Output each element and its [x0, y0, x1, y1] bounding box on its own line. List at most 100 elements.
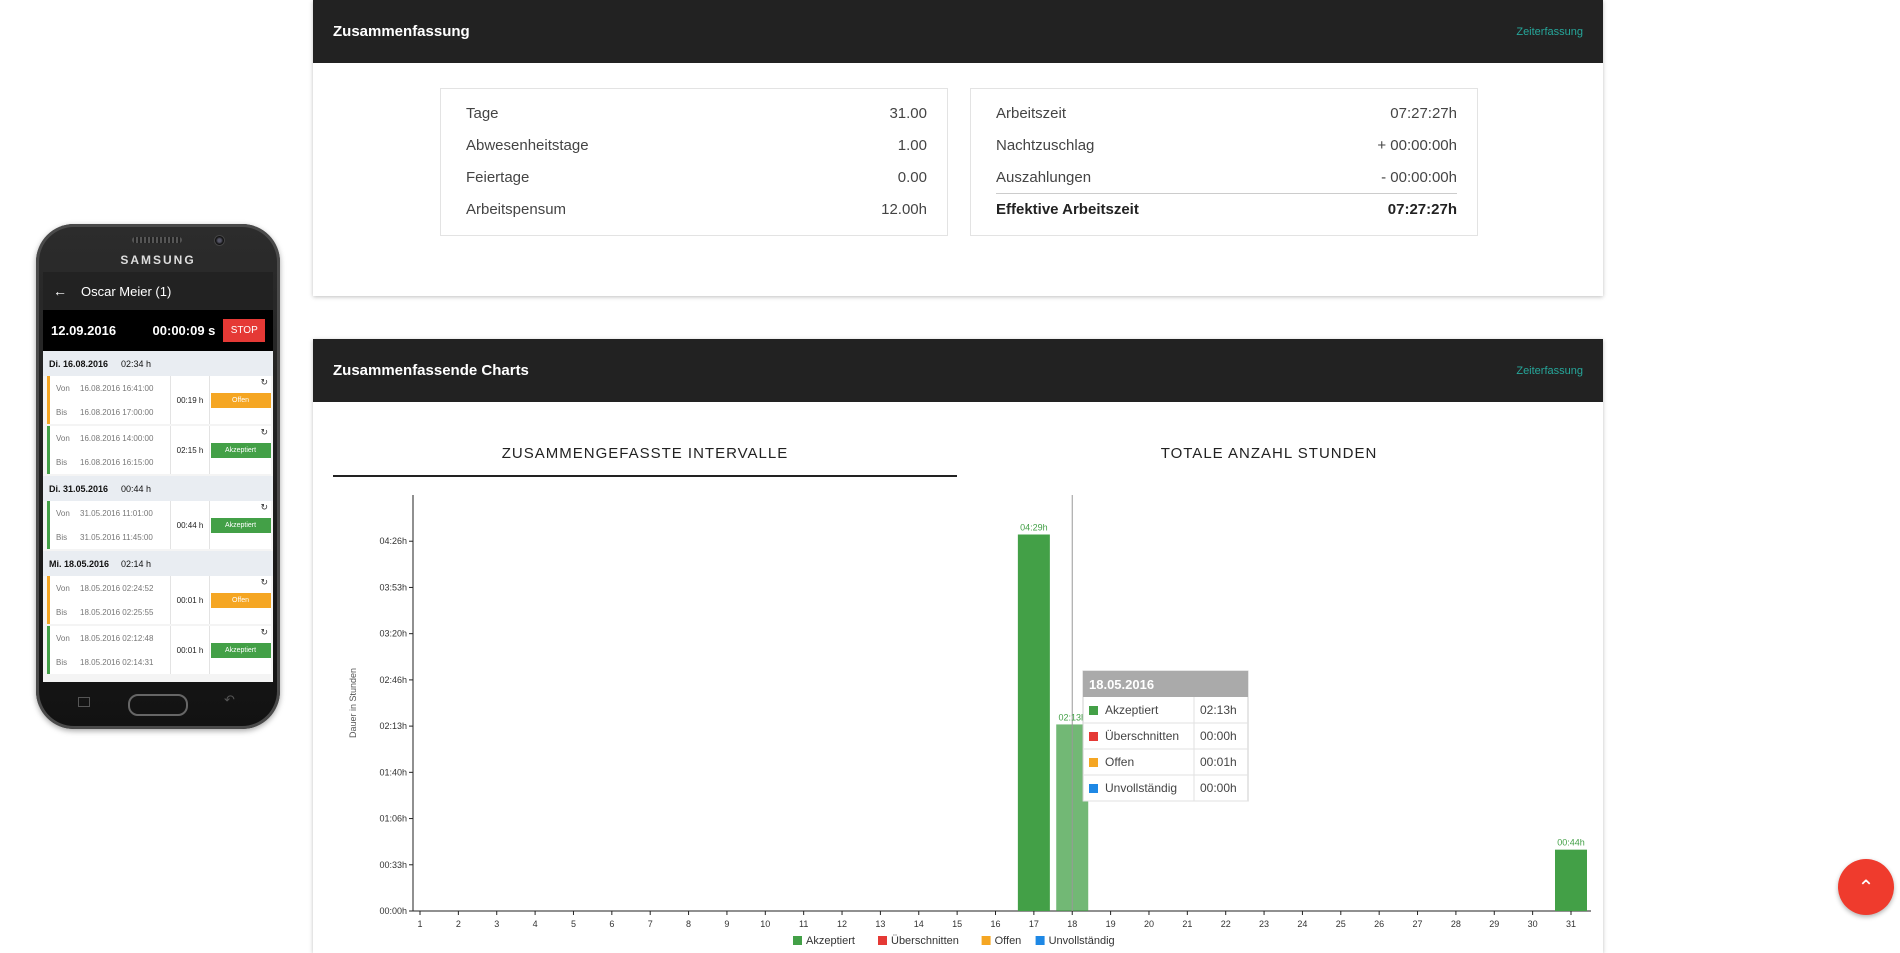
timer-bar: 12.09.2016 00:00:09 s STOP	[43, 310, 273, 351]
summary-row: Arbeitspensum 12.00h	[466, 193, 927, 225]
time-entry[interactable]: Von 18.05.2016 02:24:52 Bis 18.05.2016 02:…	[47, 576, 271, 624]
entry-status: ↻ Akzeptiert	[210, 626, 271, 674]
sync-icon[interactable]: ↻	[260, 627, 268, 638]
time-entry[interactable]: Von 18.05.2016 02:12:48 Bis 18.05.2016 02:…	[47, 626, 271, 674]
bar	[1017, 534, 1050, 911]
summary-total-row: Effektive Arbeitszeit 07:27:27h	[996, 193, 1457, 225]
entry-times: Von 18.05.2016 02:12:48 Bis 18.05.2016 02:…	[50, 626, 170, 674]
legend-swatch	[1035, 936, 1045, 945]
total-label: Effektive Arbeitszeit	[996, 201, 1139, 218]
x-tick-label: 13	[875, 919, 885, 929]
charts-zeiterfassung-link[interactable]: Zeiterfassung	[1516, 365, 1583, 377]
entry-status: ↻ Akzeptiert	[210, 501, 271, 549]
tooltip-value: 02:13h	[1200, 703, 1237, 717]
bis-value: 16.08.2016 17:00:00	[80, 407, 154, 417]
bis-label: Bis	[56, 457, 68, 467]
von-value: 18.05.2016 02:12:48	[80, 633, 154, 643]
timer-date: 12.09.2016	[51, 323, 117, 338]
summary-left-table: Tage 31.00 Abwesenheitstage 1.00 Feiertage 0.…	[440, 88, 948, 236]
camera-icon	[214, 235, 225, 246]
x-tick-label: 15	[952, 919, 962, 929]
tooltip-swatch	[1089, 784, 1098, 793]
x-tick-label: 18	[1067, 919, 1077, 929]
y-tick-label: 02:46h	[379, 675, 407, 685]
x-tick-label: 30	[1528, 919, 1538, 929]
time-entry[interactable]: Von 16.08.2016 14:00:00 Bis 16.08.2016 16:…	[47, 426, 271, 474]
y-tick-label: 02:13h	[379, 721, 407, 731]
tooltip-value: 00:01h	[1200, 755, 1237, 769]
tooltip-value: 00:00h	[1200, 781, 1237, 795]
x-tick-label: 17	[1029, 919, 1039, 929]
legend-swatch	[981, 936, 991, 945]
x-tick-label: 3	[494, 919, 499, 929]
back-key-icon[interactable]: ↶	[224, 692, 235, 708]
x-tick-label: 14	[914, 919, 924, 929]
data-label: 00:44h	[1557, 838, 1585, 848]
back-arrow-icon[interactable]: ←	[53, 283, 67, 299]
status-badge: Offen	[210, 592, 271, 608]
status-badge: Akzeptiert	[210, 642, 271, 658]
summary-label: Auszahlungen	[996, 168, 1092, 186]
summary-header: Zusammenfassung Zeiterfassung	[313, 0, 1603, 63]
recent-apps-icon[interactable]	[78, 697, 90, 707]
day-header: Mi. 18.05.2016 02:14 h	[43, 551, 273, 576]
data-label: 02:13h	[1058, 712, 1086, 722]
sync-icon[interactable]: ↻	[260, 502, 268, 513]
summary-value: 07:27:27h	[1390, 104, 1457, 122]
scroll-top-button[interactable]: ⌃	[1838, 859, 1894, 915]
summary-row: Nachtzuschlag + 00:00:00h	[996, 129, 1457, 161]
intervals-bar-chart: 00:00h 00:33h 01:06h 01:40h 02:13h 02:46h 03:2…	[348, 495, 1591, 947]
x-tick-label: 26	[1374, 919, 1384, 929]
charts-title: Zusammenfassende Charts	[333, 362, 529, 379]
legend-label: Unvollständig	[1049, 935, 1115, 947]
timer-time: 00:00:09 s	[152, 323, 216, 338]
entry-status: ↻ Offen	[210, 376, 271, 424]
summary-row: Tage 31.00	[466, 97, 927, 129]
day-header: Di. 16.08.2016 02:34 h	[43, 351, 273, 376]
summary-title: Zusammenfassung	[333, 23, 470, 40]
tooltip-title: 18.05.2016	[1089, 677, 1154, 692]
tooltip-swatch	[1089, 732, 1098, 741]
summary-value: 1.00	[897, 136, 927, 154]
summary-zeiterfassung-link[interactable]: Zeiterfassung	[1516, 26, 1583, 38]
x-tick-label: 23	[1259, 919, 1269, 929]
bis-value: 31.05.2016 11:45:00	[80, 532, 153, 542]
day-total: 02:34 h	[121, 358, 152, 369]
entry-duration: 00:01 h	[170, 626, 210, 674]
x-tick-label: 16	[990, 919, 1000, 929]
x-tick-label: 27	[1413, 919, 1423, 929]
x-tick-label: 12	[837, 919, 847, 929]
day-label: Di. 16.08.2016	[49, 358, 109, 369]
tooltip-swatch	[1089, 706, 1098, 715]
entry-times: Von 31.05.2016 11:01:00 Bis 31.05.2016 11:…	[50, 501, 170, 549]
tab-totale-anzahl-stunden[interactable]: TOTALE ANZAHL STUNDEN	[957, 431, 1581, 477]
tooltip-label: Akzeptiert	[1105, 703, 1159, 717]
summary-row: Auszahlungen - 00:00:00h	[996, 161, 1457, 193]
home-button[interactable]	[128, 694, 188, 716]
summary-value: 31.00	[889, 104, 927, 122]
y-tick-label: 00:33h	[379, 860, 407, 870]
x-tick-label: 22	[1221, 919, 1231, 929]
time-entry[interactable]: Von 16.08.2016 16:41:00 Bis 16.08.2016 17:…	[47, 376, 271, 424]
von-value: 31.05.2016 11:01:00	[80, 508, 153, 518]
sync-icon[interactable]: ↻	[260, 427, 268, 438]
y-tick-label: 00:00h	[379, 906, 407, 916]
data-label: 04:29h	[1020, 522, 1048, 532]
von-value: 18.05.2016 02:24:52	[80, 583, 154, 593]
sync-icon[interactable]: ↻	[260, 577, 268, 588]
legend-swatch	[878, 936, 887, 945]
tooltip-label: Offen	[1105, 755, 1134, 769]
y-tick-label: 04:26h	[379, 536, 407, 546]
stop-button[interactable]: STOP	[223, 319, 265, 342]
sync-icon[interactable]: ↻	[260, 377, 268, 388]
x-tick-label: 11	[799, 919, 808, 929]
tooltip-value: 00:00h	[1200, 729, 1237, 743]
time-entry[interactable]: Von 31.05.2016 11:01:00 Bis 31.05.2016 11:…	[47, 501, 271, 549]
tab-zusammengefasste-intervalle[interactable]: ZUSAMMENGEFASSTE INTERVALLE	[333, 431, 957, 477]
chart-tabs: ZUSAMMENGEFASSTE INTERVALLE TOTALE ANZAH…	[333, 431, 1581, 477]
bar	[1555, 849, 1587, 911]
phone-speaker	[132, 237, 182, 243]
summary-label: Arbeitspensum	[466, 200, 567, 218]
bis-value: 18.05.2016 02:25:55	[80, 607, 154, 617]
y-tick-label: 01:06h	[379, 814, 407, 824]
